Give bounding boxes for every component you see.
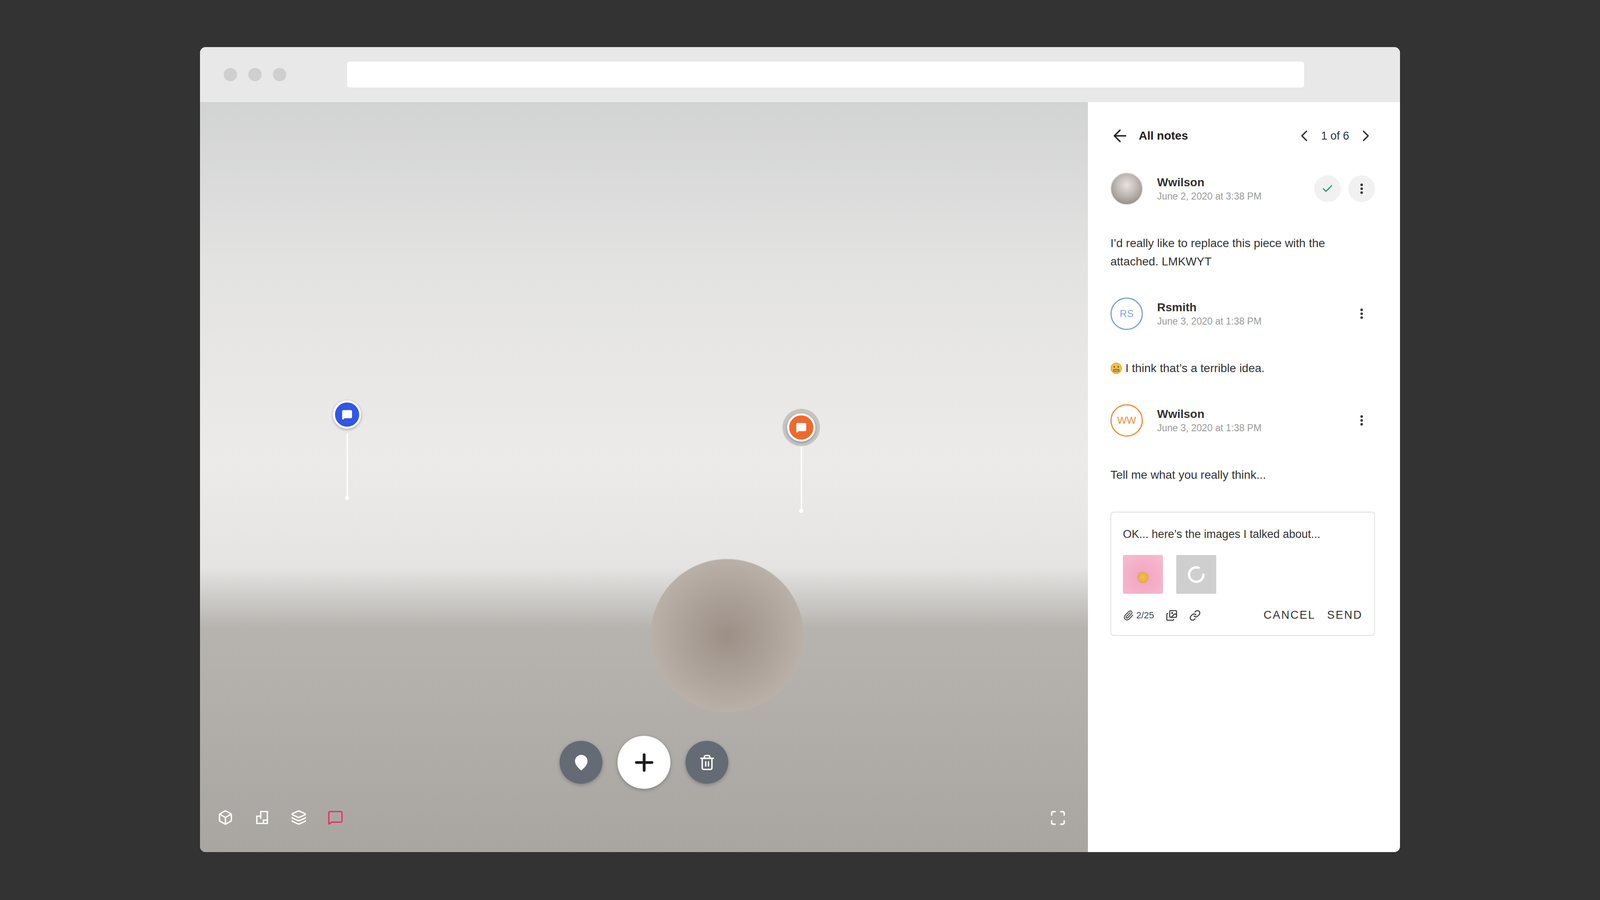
layers-icon — [290, 809, 307, 826]
pin-disc[interactable] — [332, 400, 362, 429]
pin-disc[interactable] — [787, 413, 816, 442]
avatar — [1110, 172, 1143, 205]
date: June 2, 2020 at 3:38 PM — [1157, 190, 1300, 203]
comment-text: Tell me what you really think... — [1110, 465, 1375, 485]
pin-anchor — [345, 495, 350, 500]
attachments — [1122, 555, 1363, 594]
chevron-left-icon — [1295, 126, 1314, 145]
grimace-emoji-icon — [1110, 362, 1123, 375]
cancel-button[interactable]: CANCEL — [1263, 607, 1316, 624]
tour-viewer[interactable] — [200, 102, 1088, 853]
pager-label: 1 of 6 — [1320, 129, 1350, 143]
window-controls — [223, 67, 287, 82]
comment-meta: RsmithJune 3, 2020 at 1:38 PM — [1157, 300, 1335, 328]
author: Rsmith — [1157, 300, 1335, 315]
pin-head[interactable] — [782, 408, 820, 447]
plus-icon — [630, 749, 658, 776]
note-pin[interactable] — [782, 408, 820, 513]
resolve-button[interactable] — [1314, 175, 1341, 203]
link-button[interactable] — [1189, 609, 1201, 622]
author: Wwilson — [1157, 175, 1300, 190]
comment-icon — [341, 409, 353, 420]
comment: WwilsonJune 2, 2020 at 3:38 PM I’d really… — [1110, 172, 1375, 271]
content: All notes1 of 6WwilsonJune 2, 2020 at 3:… — [200, 102, 1400, 853]
reply-footer: 2/25 CANCEL SEND — [1122, 607, 1363, 624]
images-button[interactable] — [1165, 609, 1178, 622]
images-icon — [1165, 609, 1178, 622]
check-icon — [1321, 182, 1334, 195]
minimize-dot[interactable] — [248, 67, 262, 82]
delete-button[interactable] — [685, 740, 729, 784]
attachment-thumbnail[interactable] — [1122, 555, 1163, 594]
maximize-dot[interactable] — [272, 67, 287, 82]
dollhouse-tool[interactable] — [216, 808, 235, 827]
comment-list: WwilsonJune 2, 2020 at 3:38 PMI’d really… — [1110, 172, 1375, 485]
more-icon — [1355, 413, 1369, 428]
floorplan-tool[interactable] — [253, 808, 271, 827]
comment-actions — [1314, 175, 1375, 203]
url-bar[interactable] — [347, 61, 1305, 88]
pin-head[interactable] — [328, 395, 366, 434]
pin-anchor — [799, 508, 804, 513]
more-icon — [1355, 307, 1369, 321]
pin-button[interactable] — [559, 740, 603, 784]
pin-icon — [572, 754, 590, 771]
pin-stem — [800, 446, 803, 509]
browser-window: All notes1 of 6WwilsonJune 2, 2020 at 3:… — [200, 47, 1400, 853]
avatar: RS — [1110, 297, 1143, 330]
fullscreen-icon — [1049, 809, 1067, 827]
comment-meta: WwilsonJune 3, 2020 at 1:38 PM — [1157, 407, 1335, 434]
comment-header: WwilsonJune 2, 2020 at 3:38 PM — [1110, 172, 1375, 205]
paperclip-icon — [1122, 610, 1134, 621]
comment: WW WwilsonJune 3, 2020 at 1:38 PM Tell me … — [1110, 404, 1375, 485]
add-button[interactable] — [617, 735, 671, 789]
reply-input[interactable]: OK... here’s the images I talked about..… — [1122, 526, 1363, 542]
comment-meta: WwilsonJune 2, 2020 at 3:38 PM — [1157, 175, 1300, 203]
layers-tool[interactable] — [290, 808, 308, 827]
arrow-left-icon — [1110, 126, 1130, 146]
fullscreen-button[interactable] — [1048, 808, 1068, 828]
more-button[interactable] — [1348, 175, 1375, 203]
title-bar — [200, 47, 1400, 103]
pager: 1 of 6 — [1295, 126, 1375, 145]
author: Wwilson — [1157, 407, 1335, 421]
avatar: WW — [1110, 404, 1143, 437]
close-dot[interactable] — [223, 67, 238, 82]
comment-header: WW WwilsonJune 3, 2020 at 1:38 PM — [1110, 404, 1375, 437]
chevron-right-icon — [1356, 126, 1375, 145]
more-icon — [1355, 182, 1369, 196]
trash-icon — [698, 754, 716, 771]
floorplan-icon — [254, 809, 270, 826]
date: June 3, 2020 at 1:38 PM — [1157, 422, 1335, 434]
comment-icon — [795, 422, 807, 433]
notes-tool[interactable] — [326, 808, 345, 827]
comment-text: I think that’s a terrible idea. — [1110, 359, 1375, 378]
reply-box[interactable]: OK... here’s the images I talked about..… — [1110, 511, 1375, 636]
link-icon — [1189, 609, 1201, 622]
send-button[interactable]: SEND — [1327, 607, 1363, 624]
comment-header: RS RsmithJune 3, 2020 at 1:38 PM — [1110, 297, 1375, 330]
more-button[interactable] — [1348, 407, 1375, 434]
spinner-icon — [1186, 565, 1206, 585]
notes-header: All notes 1 of 6 — [1110, 122, 1375, 149]
comment: RS RsmithJune 3, 2020 at 1:38 PM I think t… — [1110, 297, 1375, 378]
back-link[interactable]: All notes — [1110, 126, 1188, 146]
page: All notes1 of 6WwilsonJune 2, 2020 at 3:… — [0, 0, 1600, 900]
dollhouse-icon — [217, 809, 234, 826]
note-pin[interactable] — [328, 395, 366, 500]
attachment-loading — [1176, 555, 1217, 594]
attachment-count[interactable]: 2/25 — [1122, 610, 1155, 621]
more-button[interactable] — [1348, 300, 1375, 328]
action-bar — [200, 735, 1088, 789]
comment-actions — [1348, 300, 1375, 328]
notes-panel: All notes1 of 6WwilsonJune 2, 2020 at 3:… — [1087, 102, 1400, 853]
comment-text: I’d really like to replace this piece wi… — [1110, 234, 1375, 271]
pin-stem — [346, 433, 348, 496]
next-button[interactable] — [1356, 126, 1375, 145]
previous-button[interactable] — [1295, 126, 1314, 145]
date: June 3, 2020 at 1:38 PM — [1157, 315, 1335, 328]
notes-icon — [327, 809, 344, 826]
comment-actions — [1348, 407, 1375, 434]
view-toolbar — [216, 808, 345, 827]
